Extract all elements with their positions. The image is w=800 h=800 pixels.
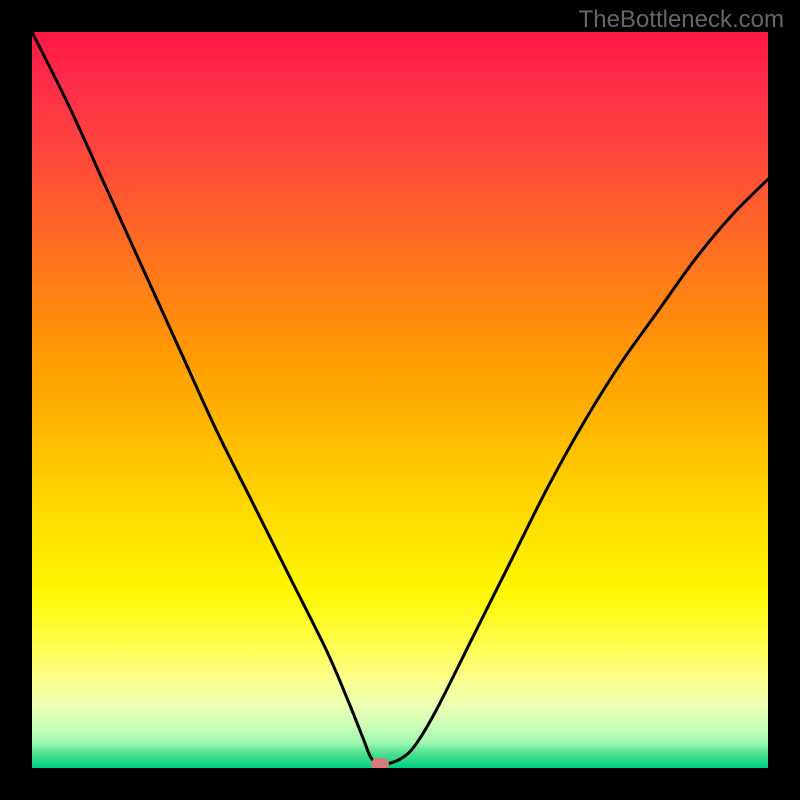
watermark-text: TheBottleneck.com xyxy=(579,6,784,34)
bottleneck-marker xyxy=(371,758,389,768)
plot-area xyxy=(32,32,768,768)
chart-container: TheBottleneck.com xyxy=(0,0,800,800)
curve-layer xyxy=(32,32,768,768)
bottleneck-curve xyxy=(32,32,768,765)
